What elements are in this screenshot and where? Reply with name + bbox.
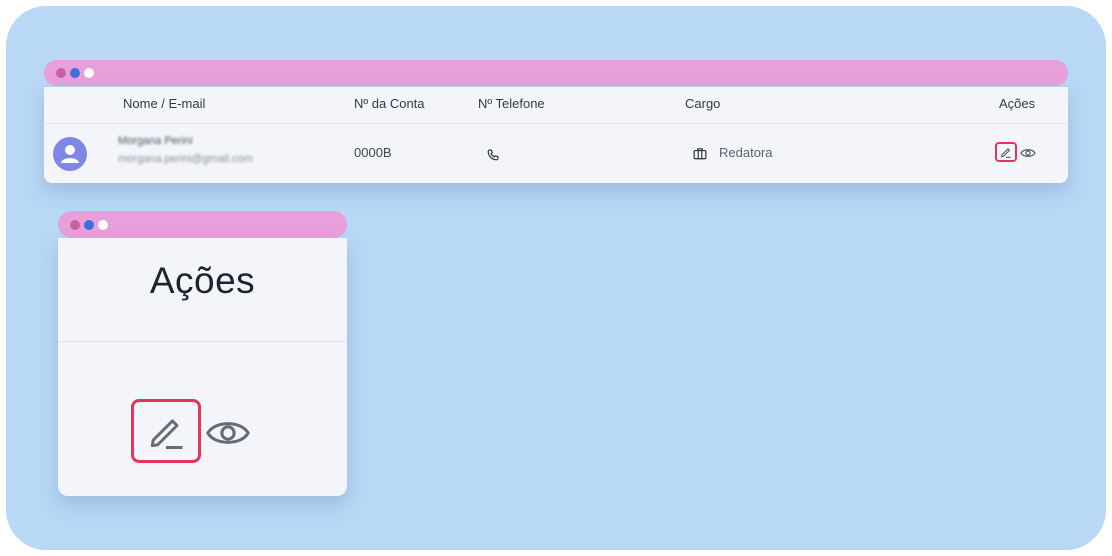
header-name-email: Nome / E-mail (123, 96, 206, 111)
window-titlebar-top (44, 60, 1068, 86)
window-dot-pink[interactable] (56, 68, 66, 78)
header-role: Cargo (685, 96, 721, 111)
role-value: Redatora (719, 145, 773, 160)
account-number: 0000B (354, 145, 392, 160)
header-actions: Ações (999, 96, 1036, 111)
header-phone: Nº Telefone (478, 96, 545, 111)
zoom-window: Ações (58, 238, 347, 496)
avatar-icon[interactable] (53, 137, 87, 171)
table-row[interactable]: Morgana Perini morgana.perini@gmail.com … (44, 124, 1068, 183)
zoom-title: Ações (149, 260, 256, 301)
window-dot-pink[interactable] (70, 219, 80, 230)
table-window: Nome / E-mail Nº da Conta Nº Telefone Ca… (44, 87, 1068, 183)
edit-button-zoom[interactable] (131, 399, 201, 463)
pencil-icon[interactable] (999, 145, 1013, 159)
window-dot-white[interactable] (84, 68, 94, 78)
window-dot-white[interactable] (98, 219, 108, 230)
header-account: Nº da Conta (354, 96, 425, 111)
pencil-icon[interactable] (144, 409, 188, 453)
zoom-divider (58, 341, 347, 342)
edit-button-highlight[interactable] (995, 142, 1017, 162)
phone-icon[interactable] (486, 148, 500, 162)
user-email: morgana.perini@gmail.com (118, 153, 253, 165)
user-name: Morgana Perini (118, 135, 193, 147)
eye-icon[interactable] (205, 417, 251, 449)
briefcase-icon (693, 148, 707, 160)
window-dot-blue[interactable] (70, 68, 80, 78)
window-titlebar-zoom (58, 211, 347, 238)
eye-icon[interactable] (1020, 147, 1036, 159)
window-dot-blue[interactable] (84, 219, 94, 230)
